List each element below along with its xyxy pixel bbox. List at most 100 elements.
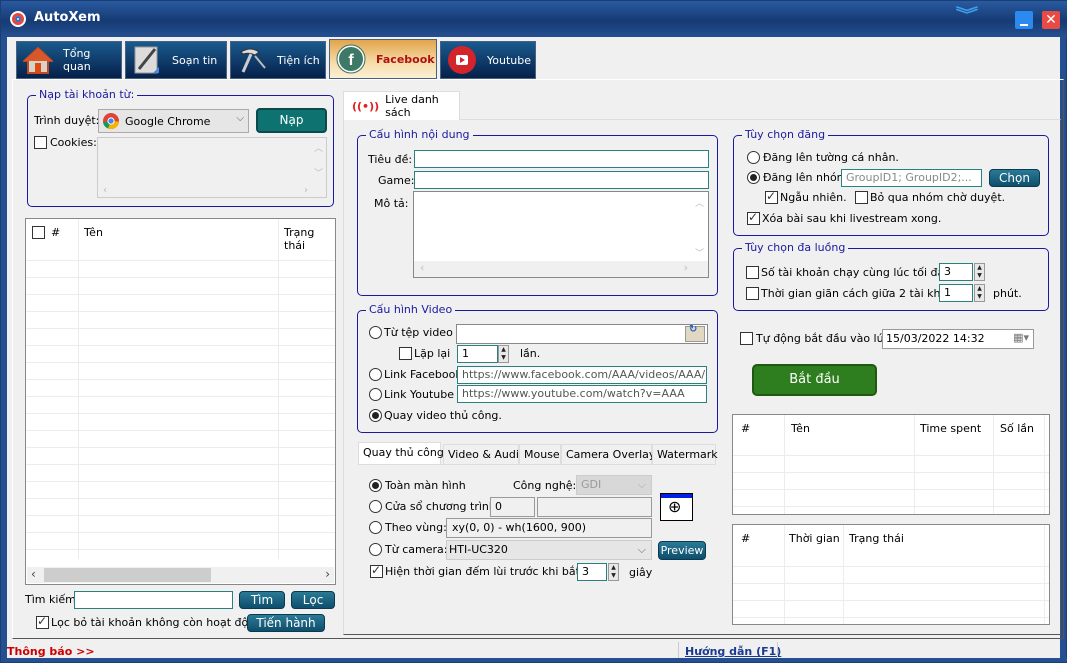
- facebook-link-radio[interactable]: [369, 368, 382, 381]
- title-input[interactable]: [414, 150, 709, 168]
- post-wall-label: Đăng lên tường cá nhân.: [763, 151, 899, 164]
- tab-youtube[interactable]: Youtube: [440, 41, 536, 79]
- window-id-input[interactable]: 0: [490, 497, 535, 517]
- tab-manual-record[interactable]: Quay thủ công: [358, 442, 444, 465]
- camera-radio[interactable]: [369, 543, 382, 556]
- column-header-status[interactable]: Trạng thái: [284, 226, 335, 252]
- find-button[interactable]: Tìm: [239, 591, 285, 609]
- repeat-checkbox[interactable]: [399, 347, 412, 360]
- video-file-radio[interactable]: [369, 326, 382, 339]
- skip-pending-checkbox[interactable]: [855, 191, 868, 204]
- tab-mouse[interactable]: Mouse: [519, 444, 561, 464]
- start-button[interactable]: Bắt đầu: [752, 364, 877, 396]
- horizontal-scrollbar[interactable]: ‹ ›: [27, 567, 334, 583]
- notice-label[interactable]: Thông báo >>: [7, 645, 95, 658]
- collapse-icon[interactable]: ︾: [956, 7, 978, 23]
- account-table[interactable]: # Tên Trạng thái ‹ ›: [25, 218, 336, 585]
- browser-select[interactable]: Google Chrome ⌵: [98, 109, 249, 133]
- youtube-link-input[interactable]: https://www.youtube.com/watch?v=AAA: [457, 385, 707, 403]
- calendar-icon[interactable]: ▦▾: [1013, 331, 1029, 344]
- help-link[interactable]: Hướng dẫn (F1): [685, 645, 781, 658]
- tab-watermark[interactable]: Watermark: [652, 444, 718, 464]
- video-file-input[interactable]: [456, 324, 708, 344]
- description-label: Mô tả:: [374, 197, 409, 210]
- choose-groups-button[interactable]: Chọn: [989, 169, 1040, 187]
- column-header-time-spent[interactable]: Time spent: [920, 422, 981, 435]
- post-group-radio[interactable]: [747, 171, 760, 184]
- delete-after-checkbox[interactable]: [747, 210, 760, 225]
- cookies-checkbox[interactable]: [34, 136, 47, 149]
- tab-tien-ich[interactable]: Tiện ích: [230, 41, 326, 79]
- group-title: Nạp tài khoản từ:: [36, 88, 138, 102]
- column-header-count[interactable]: Số lần: [1000, 422, 1034, 435]
- random-checkbox[interactable]: [765, 189, 778, 204]
- column-header-name[interactable]: Tên: [84, 226, 103, 239]
- column-header-index[interactable]: #: [741, 422, 750, 435]
- column-header-status[interactable]: Trạng thái: [849, 532, 904, 545]
- max-accounts-label: Số tài khoản chạy cùng lúc tối đa: [761, 266, 945, 279]
- manual-record-radio[interactable]: [369, 409, 382, 422]
- repeat-count-input[interactable]: 1: [457, 345, 498, 363]
- tab-soan-tin[interactable]: Soạn tin: [125, 41, 227, 79]
- column-header-index[interactable]: #: [51, 226, 60, 239]
- interval-checkbox[interactable]: [746, 287, 759, 300]
- countdown-spinner[interactable]: ▲ ▼: [608, 563, 619, 581]
- group-title: Tùy chọn đăng: [742, 128, 829, 142]
- cookies-label: Cookies:: [50, 136, 97, 149]
- load-button[interactable]: Nạp: [256, 108, 327, 133]
- select-all-checkbox[interactable]: [32, 226, 45, 239]
- tab-tong-quan[interactable]: Tổng quan: [16, 41, 122, 79]
- start-datetime-picker[interactable]: 15/03/2022 14:32 ▦▾: [882, 329, 1034, 349]
- window-name-input[interactable]: [537, 497, 652, 517]
- window-picker-icon[interactable]: ⊕: [660, 493, 693, 521]
- countdown-input[interactable]: 3: [577, 563, 607, 581]
- filter-button[interactable]: Lọc: [291, 591, 335, 609]
- column-header-name[interactable]: Tên: [791, 422, 810, 435]
- exclude-inactive-label: Lọc bỏ tài khoản không còn hoạt động: [51, 616, 263, 629]
- tab-camera-overlay[interactable]: Camera Overlay: [561, 444, 655, 464]
- log-table[interactable]: # Thời gian Trạng thái: [732, 524, 1050, 625]
- tab-live-list[interactable]: ((•)) Live danh sách: [343, 91, 460, 120]
- game-input[interactable]: [414, 171, 709, 189]
- interval-input[interactable]: 1: [939, 284, 973, 302]
- youtube-link-radio[interactable]: [369, 388, 382, 401]
- tab-facebook[interactable]: f Facebook: [329, 39, 437, 79]
- cookies-textarea[interactable]: ︿ ﹀ ‹ ›: [97, 137, 327, 198]
- description-textarea[interactable]: ︿ ﹀ ‹ ›: [413, 191, 709, 278]
- close-button[interactable]: ✕: [1042, 11, 1060, 29]
- column-header-time[interactable]: Thời gian: [789, 532, 840, 545]
- tab-video-audio[interactable]: Video & Audio: [443, 444, 526, 464]
- max-accounts-input[interactable]: 3: [939, 263, 973, 281]
- countdown-checkbox[interactable]: [370, 563, 383, 578]
- proceed-button[interactable]: Tiến hành: [247, 614, 325, 632]
- max-accounts-checkbox[interactable]: [746, 266, 759, 279]
- interval-spinner[interactable]: ▲ ▼: [974, 284, 985, 302]
- program-window-radio[interactable]: [369, 500, 382, 513]
- tab-label: Facebook: [376, 52, 435, 66]
- run-table[interactable]: # Tên Time spent Số lần: [732, 414, 1050, 515]
- max-accounts-spinner[interactable]: ▲ ▼: [974, 263, 985, 281]
- region-label: Theo vùng:: [385, 521, 447, 534]
- title-bar[interactable]: AutoXem ︾ ✕: [1, 1, 1067, 37]
- region-radio[interactable]: [369, 521, 382, 534]
- repeat-spinner[interactable]: ▲ ▼: [498, 345, 509, 363]
- region-input[interactable]: xy(0, 0) - wh(1600, 900): [446, 518, 652, 538]
- tab-label: Youtube: [487, 53, 531, 67]
- minimize-button[interactable]: [1015, 11, 1033, 29]
- camera-select[interactable]: HTI-UC320 ⌵: [446, 540, 652, 560]
- scrollbar-thumb[interactable]: [44, 568, 211, 582]
- browse-folder-icon[interactable]: ↻: [685, 324, 705, 342]
- facebook-link-input[interactable]: https://www.facebook.com/AAA/videos/AAA/: [457, 366, 707, 384]
- exclude-inactive-checkbox[interactable]: [36, 614, 49, 629]
- tab-divider: [358, 464, 716, 465]
- repeat-label: Lặp lại: [414, 347, 451, 360]
- fullscreen-radio[interactable]: [369, 479, 382, 492]
- preview-button[interactable]: Preview: [658, 541, 706, 560]
- auto-start-checkbox[interactable]: [740, 332, 753, 345]
- post-wall-radio[interactable]: [747, 151, 760, 164]
- browser-label: Trình duyệt:: [34, 114, 100, 127]
- group-ids-input[interactable]: GroupID1; GroupID2;...: [841, 169, 982, 187]
- search-input[interactable]: [74, 591, 233, 609]
- column-header-index[interactable]: #: [741, 532, 750, 545]
- compose-icon: [132, 45, 162, 75]
